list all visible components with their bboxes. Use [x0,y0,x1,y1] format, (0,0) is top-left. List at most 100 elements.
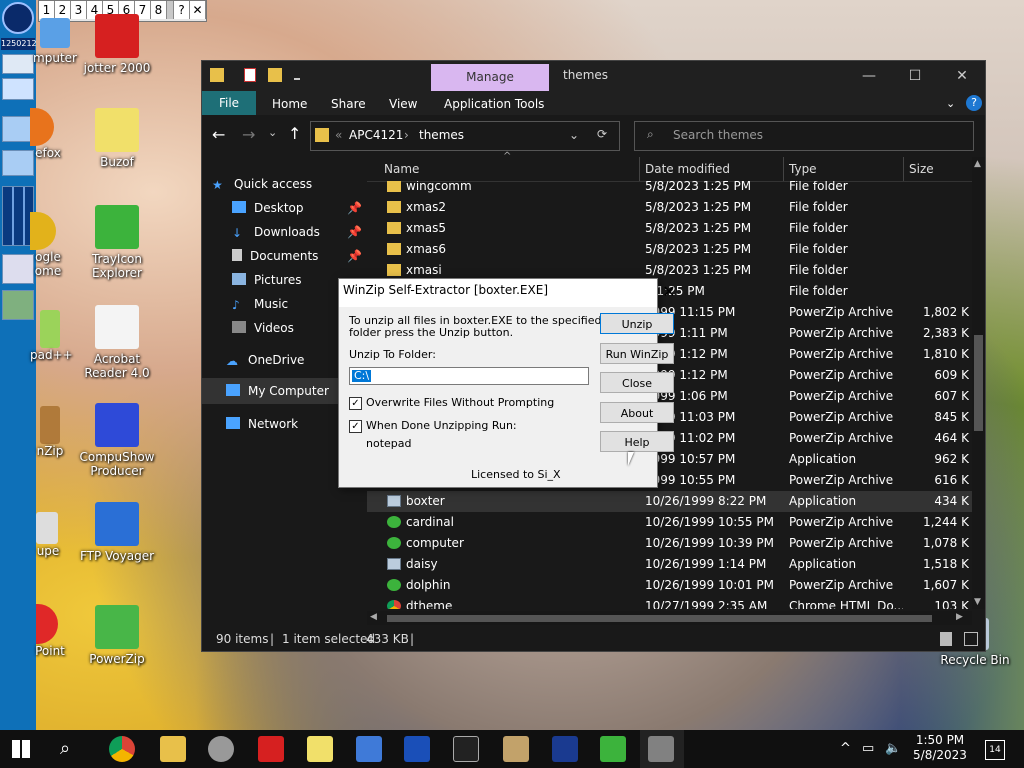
terminal-taskbar-icon[interactable] [453,736,479,762]
num-button-2[interactable]: 2 [55,1,71,19]
tab-application-tools[interactable]: Application Tools [444,94,544,114]
run-winzip-button[interactable]: Run WinZip [600,343,674,364]
nav-quick-access[interactable]: ★ Quick access [212,173,362,195]
table-row[interactable]: xmas6 5/8/2023 1:25 PM File folder [367,239,972,260]
close-icon[interactable]: ✕ [190,1,206,19]
desktop-icon-chrome[interactable]: ogle ome [30,212,66,278]
file-explorer-taskbar-icon[interactable] [160,736,186,762]
tab-share[interactable]: Share [331,94,366,114]
column-header-type[interactable]: Type [789,162,817,176]
ribbon-expand-icon[interactable]: ⌄ [946,94,955,114]
unzip-folder-input[interactable]: C:\ [349,367,589,385]
desktop-icon-powerpoint[interactable]: Point [30,604,70,658]
scroll-left-icon[interactable]: ◀ [370,612,377,622]
large-icons-view-icon[interactable] [964,632,978,646]
table-row[interactable]: cardinal 10/26/1999 10:55 PM PowerZip Arch… [367,512,972,533]
overwrite-label[interactable]: Overwrite Files Without Prompting [366,397,554,409]
recent-locations-icon[interactable]: ⌄ [268,126,277,139]
desktop-icon-trayicon-explorer[interactable]: TrayIcon Explorer [74,205,160,280]
maximize-button[interactable]: ☐ [892,65,938,87]
scroll-up-icon[interactable]: ▲ [974,159,981,169]
breadcrumb-apc4121[interactable]: APC4121 [349,128,403,142]
table-row[interactable]: dolphin 10/26/1999 10:01 PM PowerZip Archi… [367,575,972,596]
close-window-button[interactable]: ✕ [939,65,985,87]
new-folder-icon[interactable] [268,68,282,82]
breadcrumb-themes[interactable]: themes [419,128,464,142]
properties-icon[interactable] [244,68,256,82]
desktop-icon-acrobat[interactable]: Acrobat Reader 4.0 [74,305,160,380]
folder-icon[interactable] [210,68,224,82]
desktop-icon-snoop[interactable]: upe [30,512,66,558]
table-row[interactable]: boxter 10/26/1999 8:22 PM Application 434 K [367,491,972,512]
forward-button[interactable]: → [242,125,255,144]
desktop-icon-winzip[interactable]: nZip [30,406,70,458]
nav-downloads[interactable]: ↓ Downloads 📌 [232,221,362,243]
chrome-taskbar-icon[interactable] [109,736,135,762]
overwrite-checkbox[interactable]: ✓ [349,397,362,410]
details-view-icon[interactable] [940,632,952,646]
compushow-taskbar-icon[interactable] [356,736,382,762]
nav-desktop[interactable]: Desktop 📌 [232,197,362,219]
table-row[interactable]: dtheme 10/27/1999 2:35 AM Chrome HTML Do..… [367,596,972,609]
tab-file[interactable]: File [202,91,256,115]
horizontal-scroll-thumb[interactable] [387,615,932,622]
star-taskbar-icon[interactable] [552,736,578,762]
desktop-icon-ftp-voyager[interactable]: FTP Voyager [74,502,160,563]
address-bar[interactable]: « APC4121 › themes ⌄ ⟳ [310,121,620,151]
help-button[interactable]: ? [174,1,190,19]
tab-view[interactable]: View [389,94,417,114]
close-button[interactable]: Close [600,372,674,393]
paint-taskbar-icon[interactable] [503,736,529,762]
table-row[interactable]: xmas2 5/8/2023 1:25 PM File folder [367,197,972,218]
recycle-taskbar-icon[interactable] [600,736,626,762]
title-bar[interactable]: Manage themes — ☐ ✕ [202,61,985,91]
toolbar-icon-2[interactable] [2,78,34,100]
help-button[interactable]: Help [600,431,674,452]
column-header-date[interactable]: Date modified [645,162,730,176]
about-button[interactable]: About [600,402,674,423]
run-after-checkbox[interactable]: ✓ [349,420,362,433]
desktop-icon-notepadpp[interactable]: pad++ [30,310,73,362]
search-box[interactable]: ⌕ Search themes [634,121,974,151]
unzip-button[interactable]: Unzip [600,313,674,334]
volume-icon[interactable]: 🔈 [885,741,901,756]
up-button[interactable]: ↑ [288,124,301,143]
vertical-scroll-thumb[interactable] [974,335,983,431]
desktop-icon-jotter[interactable]: jotter 2000 [74,14,160,75]
column-divider[interactable] [639,157,640,181]
column-divider[interactable] [783,157,784,181]
snoop-taskbar-icon[interactable] [208,736,234,762]
desktop-icon-powerzip[interactable]: PowerZip [74,605,160,666]
column-divider[interactable] [903,157,904,181]
network-icon[interactable]: ▭ [862,741,874,756]
column-header-size[interactable]: Size [909,162,934,176]
buzof-taskbar-icon[interactable] [307,736,333,762]
num-button-1[interactable]: 1 [39,1,55,19]
jet-taskbar-icon[interactable] [258,736,284,762]
desktop-icon-firefox[interactable]: efox [30,108,66,160]
start-button[interactable] [12,740,30,758]
table-row[interactable]: wingcomm 5/8/2023 1:25 PM File folder [367,181,972,197]
ftp-taskbar-icon[interactable] [404,736,430,762]
desktop-icon-computer[interactable]: mputer [30,18,80,65]
taskbar-clock[interactable]: 1:50 PM 5/8/2023 [912,733,968,763]
dialog-close-button[interactable]: ✕ [657,281,681,303]
minimize-button[interactable]: — [846,65,892,87]
back-button[interactable]: ← [212,125,225,144]
search-icon[interactable]: ⌕ [60,738,70,759]
pin-icon[interactable]: 📌 [347,245,362,267]
pin-icon[interactable]: 📌 [347,221,362,243]
column-header-name[interactable]: Name [384,162,419,176]
customize-toolbar-icon[interactable] [294,72,300,80]
table-row[interactable]: computer 10/26/1999 10:39 PM PowerZip Arch… [367,533,972,554]
tab-home[interactable]: Home [272,94,307,114]
pin-icon[interactable]: 📌 [347,197,362,219]
search-input[interactable]: Search themes [673,128,763,142]
help-icon[interactable]: ? [966,95,982,111]
notifications-icon[interactable]: 14 [985,740,1005,760]
scroll-right-icon[interactable]: ▶ [956,612,963,622]
nav-documents[interactable]: Documents 📌 [232,245,362,267]
run-after-label[interactable]: When Done Unzipping Run: [366,420,517,432]
table-row[interactable]: xmas5 5/8/2023 1:25 PM File folder [367,218,972,239]
show-hidden-icons-icon[interactable]: ^ [840,741,851,756]
